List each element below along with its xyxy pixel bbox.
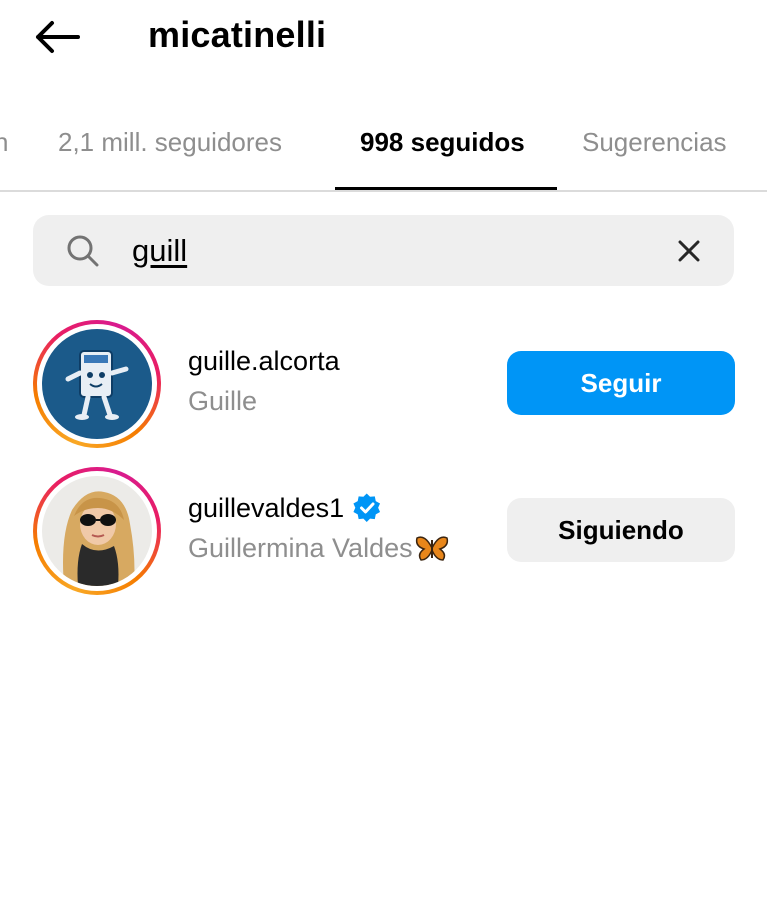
- username[interactable]: guille.alcorta: [188, 344, 340, 378]
- avatar[interactable]: [33, 467, 161, 595]
- username-with-badge[interactable]: guillevaldes1: [188, 491, 382, 525]
- tab-followers[interactable]: 2,1 mill. seguidores: [58, 124, 282, 160]
- close-icon[interactable]: [670, 232, 708, 270]
- search-icon: [67, 235, 99, 267]
- list-item[interactable]: guillevaldes1 Guillermina Valdes Siguien…: [0, 467, 767, 597]
- tab-bar: n 2,1 mill. seguidores 998 seguidos Suge…: [0, 108, 767, 192]
- tab-previous-partial[interactable]: n: [0, 124, 8, 160]
- tab-following[interactable]: 998 seguidos: [360, 124, 525, 160]
- search-input[interactable]: [132, 227, 632, 275]
- avatar-image: [42, 476, 152, 586]
- active-tab-indicator: [335, 187, 557, 190]
- top-bar: micatinelli: [0, 0, 767, 80]
- username: guillevaldes1: [188, 493, 345, 523]
- arrow-left-icon: [36, 21, 80, 53]
- list-item[interactable]: guille.alcorta Guille Seguir: [0, 320, 767, 450]
- full-name: Guille: [188, 386, 258, 416]
- avatar-image: [42, 329, 152, 439]
- following-button[interactable]: Siguiendo: [507, 498, 735, 562]
- avatar[interactable]: [33, 320, 161, 448]
- follow-button[interactable]: Seguir: [507, 351, 735, 415]
- verified-badge-icon: [353, 493, 381, 522]
- back-button[interactable]: [30, 14, 84, 60]
- tab-suggestions[interactable]: Sugerencias: [582, 124, 727, 160]
- butterfly-icon: [415, 536, 448, 561]
- full-name-with-emoji: Guillermina Valdes: [188, 531, 449, 565]
- profile-username-title: micatinelli: [148, 14, 327, 55]
- full-name: Guillermina Valdes: [188, 533, 413, 563]
